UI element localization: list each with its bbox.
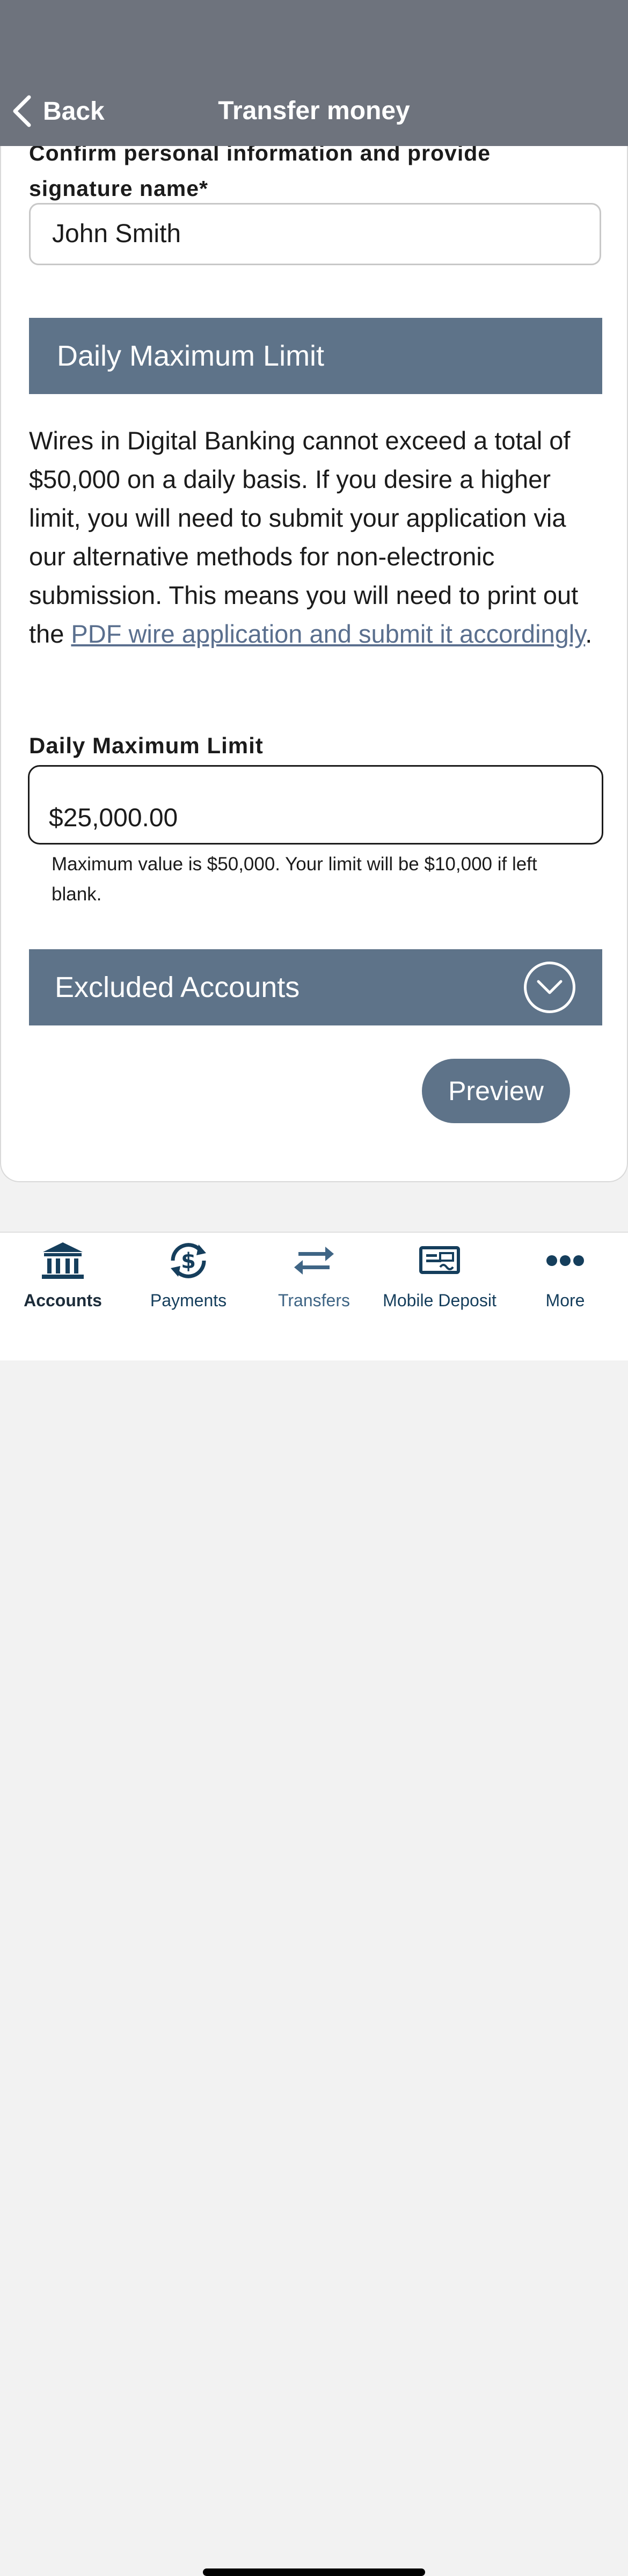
daily-limit-description: Wires in Digital Banking cannot exceed a… xyxy=(29,421,606,653)
signature-name-input[interactable]: John Smith xyxy=(29,203,601,265)
tab-label: More xyxy=(545,1291,585,1310)
transfer-arrows-icon xyxy=(294,1247,334,1275)
tab-label: Mobile Deposit xyxy=(383,1291,496,1310)
form-card: Confirm personal information and provide… xyxy=(0,107,628,1182)
more-dots-icon xyxy=(546,1255,584,1266)
description-end: . xyxy=(585,620,593,648)
tab-label: Transfers xyxy=(278,1291,350,1310)
preview-button[interactable]: Preview xyxy=(422,1059,570,1123)
description-text: Wires in Digital Banking cannot exceed a… xyxy=(29,426,579,648)
tab-more[interactable]: More xyxy=(502,1239,628,1314)
home-indicator xyxy=(203,2568,425,2576)
bank-icon xyxy=(42,1242,84,1279)
pdf-wire-application-link[interactable]: PDF wire application and submit it accor… xyxy=(71,620,585,648)
check-icon xyxy=(419,1246,460,1274)
daily-limit-field-label: Daily Maximum Limit xyxy=(29,733,264,758)
tab-accounts[interactable]: Accounts xyxy=(0,1239,126,1314)
tab-transfers[interactable]: Transfers xyxy=(251,1239,377,1314)
excluded-accounts-toggle[interactable]: Excluded Accounts xyxy=(29,949,602,1025)
daily-limit-section-header: Daily Maximum Limit xyxy=(29,318,602,394)
tab-label: Accounts xyxy=(24,1291,102,1310)
chevron-down-circle-icon xyxy=(524,962,575,1013)
tab-label: Payments xyxy=(150,1291,227,1310)
excluded-accounts-title: Excluded Accounts xyxy=(55,971,300,1003)
daily-limit-hint: Maximum value is $50,000. Your limit wil… xyxy=(52,854,537,905)
bottom-tab-bar: Accounts $ Payments Transfers Mobile Dep… xyxy=(0,1232,628,2576)
dollar-cycle-icon: $ xyxy=(171,1243,206,1278)
tab-payments[interactable]: $ Payments xyxy=(126,1239,251,1314)
page-title: Transfer money xyxy=(218,97,410,125)
tab-mobile-deposit[interactable]: Mobile Deposit xyxy=(377,1239,502,1314)
svg-text:$: $ xyxy=(181,1249,196,1274)
top-navigation-bar: Back Transfer money xyxy=(0,0,628,146)
daily-limit-section-title: Daily Maximum Limit xyxy=(57,340,325,372)
daily-limit-input[interactable]: $25,000.00 xyxy=(28,765,603,845)
